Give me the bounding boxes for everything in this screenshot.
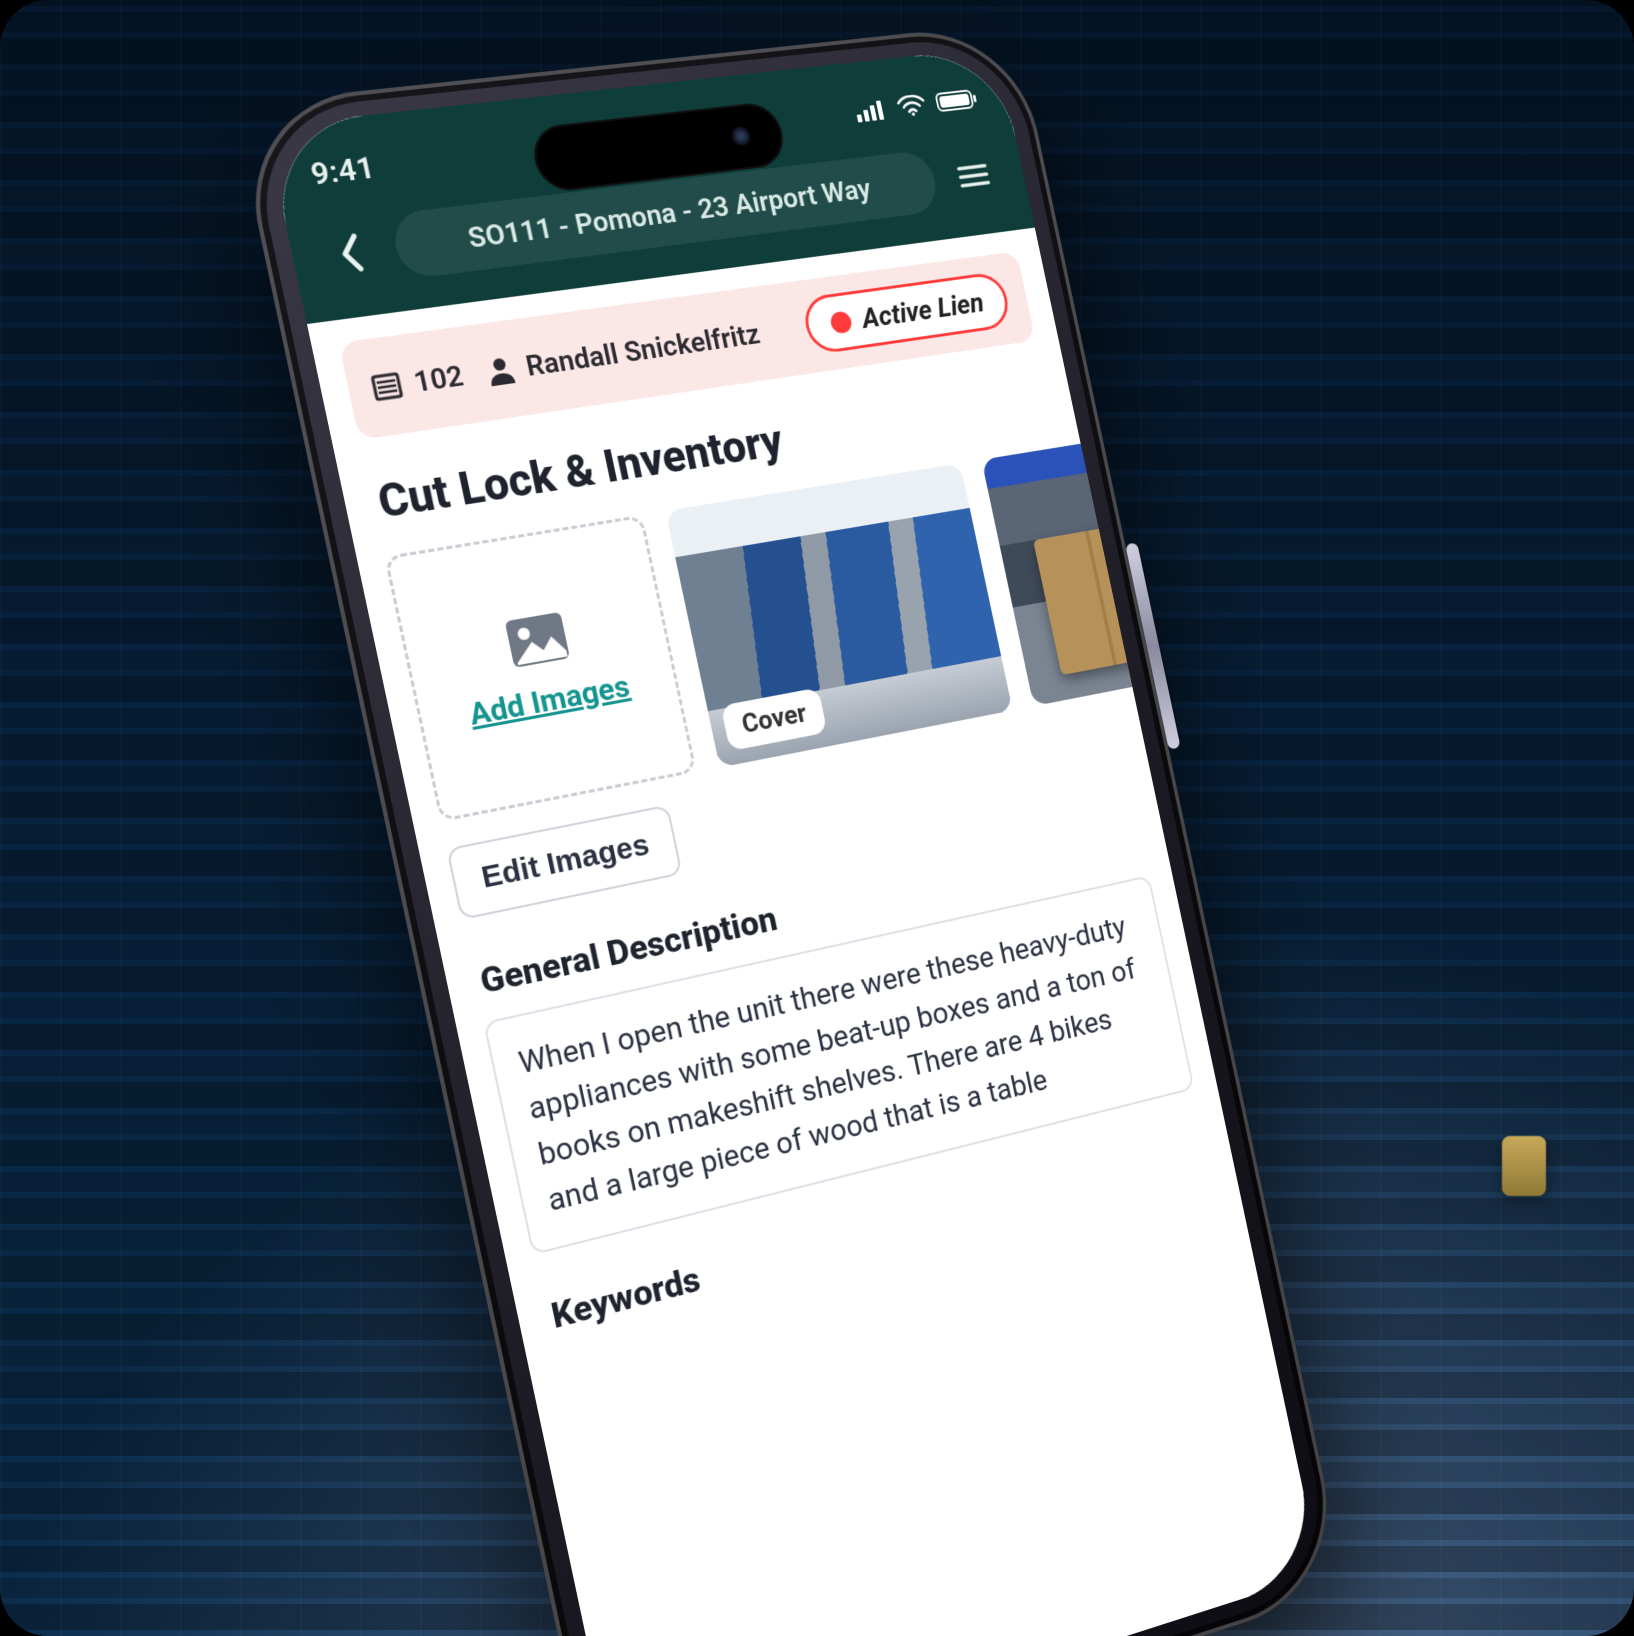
tenant-name: Randall Snickelfritz: [523, 318, 763, 383]
description-box[interactable]: When I open the unit there were these he…: [483, 876, 1195, 1256]
edit-images-button[interactable]: Edit Images: [446, 805, 683, 921]
image-icon: [502, 609, 572, 670]
decorative-padlock: [1502, 1136, 1546, 1196]
tenant-chunk: Randall Snickelfritz: [483, 318, 762, 389]
image-row: Add Images Cover: [384, 448, 1110, 823]
page-title-pill[interactable]: SO111 - Pomona - 23 Airport Way: [389, 150, 941, 281]
person-icon: [483, 354, 517, 388]
menu-button[interactable]: [950, 153, 997, 199]
cell-signal-icon: [854, 98, 889, 122]
menu-icon: [956, 163, 991, 189]
battery-icon: [934, 88, 979, 113]
edit-images-label: Edit Images: [478, 828, 652, 895]
background-scene: 9:41: [0, 0, 1634, 1636]
lien-label: Active Lien: [859, 287, 987, 335]
back-button[interactable]: [324, 228, 379, 278]
phone-mockup: 9:41: [232, 23, 1347, 1636]
lien-status-pill: Active Lien: [800, 271, 1012, 356]
content-area: Cut Lock & Inventory Add Images: [332, 337, 1320, 1636]
status-dot-icon: [829, 310, 854, 334]
phone-screen: 9:41: [265, 47, 1321, 1636]
add-images-card[interactable]: Add Images: [384, 515, 697, 822]
unit-number: 102: [411, 359, 466, 399]
add-images-link: Add Images: [466, 669, 633, 733]
image-thumbnail-1[interactable]: Cover: [665, 464, 1012, 768]
status-time: 9:41: [308, 150, 379, 193]
cover-badge: Cover: [721, 688, 828, 752]
app-root: 9:41: [265, 47, 1321, 1636]
storage-unit-icon: [368, 369, 405, 404]
chevron-left-icon: [333, 231, 368, 275]
wifi-icon: [895, 94, 928, 118]
status-icons: [854, 88, 979, 123]
unit-number-chunk: 102: [368, 359, 466, 405]
phone-stage: 9:41: [241, 0, 1392, 1636]
